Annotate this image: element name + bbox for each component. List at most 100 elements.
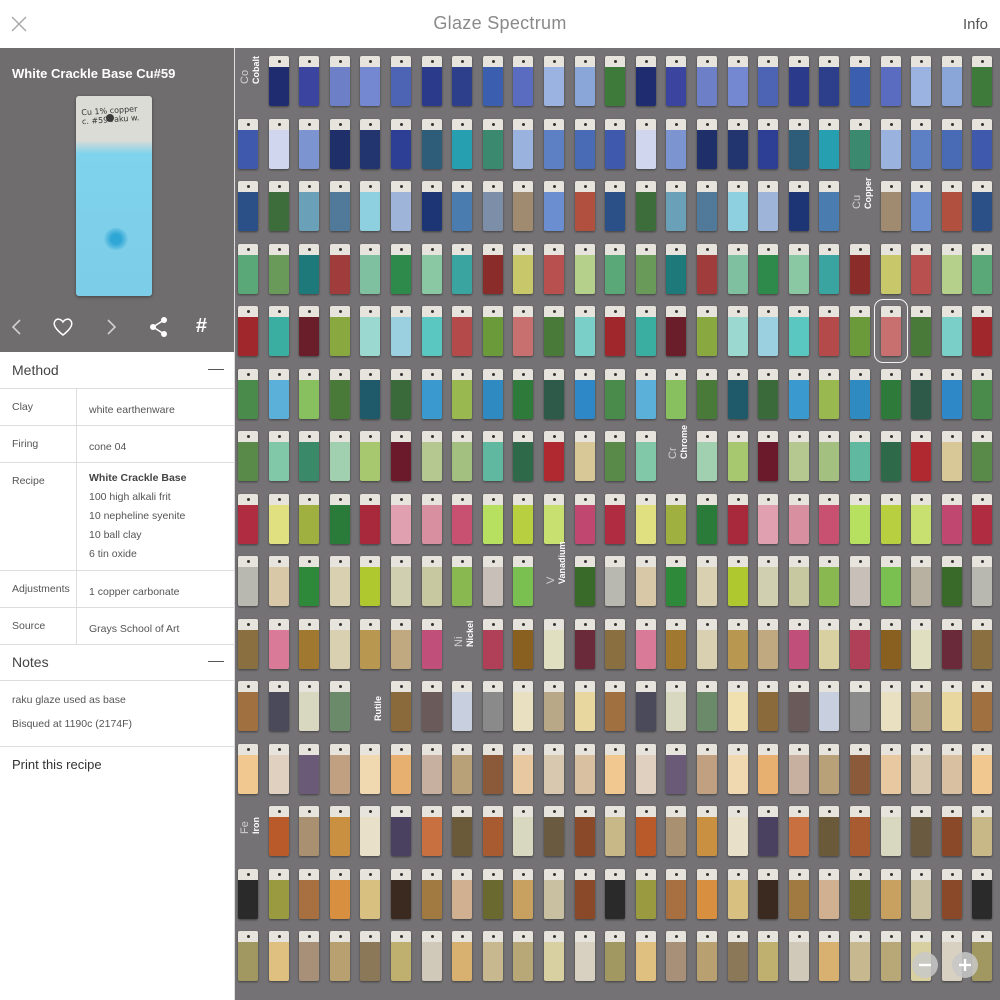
selected-glaze-tile[interactable] (873, 299, 908, 363)
glaze-tile[interactable] (391, 493, 411, 544)
glaze-tile[interactable] (850, 118, 870, 169)
glaze-tile[interactable] (513, 493, 534, 544)
glaze-tile[interactable] (391, 618, 411, 669)
glaze-tile[interactable] (880, 243, 901, 294)
glaze-tile[interactable] (697, 306, 717, 356)
glaze-tile[interactable] (758, 743, 779, 794)
glaze-tile[interactable] (788, 118, 809, 169)
glaze-tile[interactable] (972, 243, 993, 294)
glaze-tile[interactable] (544, 431, 564, 481)
glaze-tile[interactable] (911, 431, 932, 481)
glaze-tile[interactable] (238, 931, 258, 981)
glaze-tile[interactable] (452, 118, 473, 169)
glaze-tile[interactable] (329, 931, 350, 981)
glaze-tile[interactable] (268, 306, 289, 356)
glaze-tile[interactable] (635, 56, 656, 106)
glaze-tile[interactable] (482, 56, 503, 106)
glaze-tile[interactable] (360, 806, 381, 856)
glaze-tile[interactable] (574, 56, 595, 106)
glaze-tile[interactable] (482, 368, 503, 419)
glaze-tile[interactable] (452, 243, 473, 294)
glaze-tile[interactable] (360, 306, 381, 356)
glaze-tile[interactable] (727, 181, 748, 231)
glaze-tile[interactable] (513, 681, 534, 731)
glaze-tile[interactable] (360, 556, 381, 606)
glaze-tile[interactable] (850, 806, 870, 856)
glaze-tile[interactable] (911, 493, 932, 544)
glaze-tile[interactable] (758, 181, 779, 231)
glaze-tile[interactable] (268, 181, 289, 231)
glaze-tile[interactable] (544, 306, 564, 356)
glaze-tile[interactable] (972, 431, 993, 481)
glaze-tile[interactable] (635, 931, 656, 981)
glaze-tile[interactable] (544, 56, 564, 106)
glaze-tile[interactable] (697, 931, 717, 981)
glaze-tile[interactable] (758, 306, 779, 356)
glaze-tile[interactable] (941, 306, 962, 356)
glaze-tile[interactable] (819, 681, 840, 731)
glaze-tile[interactable] (452, 493, 473, 544)
glaze-tile[interactable] (605, 681, 626, 731)
glaze-tile[interactable] (544, 493, 564, 544)
glaze-tile[interactable] (329, 556, 350, 606)
glaze-tile[interactable] (421, 368, 442, 419)
glaze-tile[interactable] (513, 118, 534, 169)
glaze-tile[interactable] (544, 868, 564, 919)
glaze-tile[interactable] (605, 243, 626, 294)
glaze-tile[interactable] (819, 618, 840, 669)
glaze-tile[interactable] (880, 56, 901, 106)
share-icon[interactable] (146, 314, 172, 340)
glaze-tile[interactable] (758, 493, 779, 544)
glaze-tile[interactable] (605, 931, 626, 981)
glaze-tile[interactable] (299, 118, 320, 169)
glaze-tile[interactable] (329, 493, 350, 544)
glaze-tile[interactable] (788, 743, 809, 794)
glaze-tile[interactable] (482, 493, 503, 544)
glaze-tile[interactable] (605, 806, 626, 856)
glaze-tile[interactable] (574, 868, 595, 919)
glaze-tile[interactable] (360, 493, 381, 544)
glaze-tile[interactable] (482, 243, 503, 294)
glaze-tile[interactable] (513, 243, 534, 294)
glaze-tile[interactable] (452, 56, 473, 106)
glaze-tile[interactable] (574, 618, 595, 669)
glaze-tile[interactable] (238, 243, 258, 294)
print-recipe-link[interactable]: Print this recipe (12, 757, 102, 772)
glaze-tile[interactable] (758, 931, 779, 981)
glaze-tile[interactable] (605, 368, 626, 419)
glaze-tile[interactable] (758, 868, 779, 919)
glaze-tile[interactable] (911, 681, 932, 731)
glaze-tile[interactable] (268, 493, 289, 544)
glaze-tile[interactable] (697, 618, 717, 669)
glaze-tile[interactable] (666, 493, 687, 544)
glaze-tile[interactable] (329, 431, 350, 481)
glaze-tile[interactable] (268, 243, 289, 294)
glaze-tile[interactable] (819, 743, 840, 794)
glaze-tile[interactable] (329, 806, 350, 856)
glaze-tile[interactable] (299, 618, 320, 669)
glaze-tile[interactable] (758, 56, 779, 106)
glaze-tile[interactable] (666, 931, 687, 981)
glaze-tile[interactable] (421, 556, 442, 606)
glaze-tile[interactable] (544, 118, 564, 169)
glaze-tile[interactable] (452, 181, 473, 231)
glaze-tile[interactable] (574, 681, 595, 731)
glaze-tile[interactable] (360, 931, 381, 981)
glaze-tile[interactable] (727, 556, 748, 606)
glaze-tile[interactable] (758, 806, 779, 856)
glaze-tile[interactable] (574, 743, 595, 794)
glaze-tile[interactable] (941, 368, 962, 419)
glaze-tile[interactable] (972, 368, 993, 419)
glaze-tile[interactable] (666, 243, 687, 294)
glaze-tile[interactable] (391, 556, 411, 606)
glaze-tile[interactable] (911, 118, 932, 169)
glaze-tile[interactable] (911, 181, 932, 231)
glaze-tile[interactable] (574, 181, 595, 231)
glaze-tile[interactable] (544, 243, 564, 294)
glaze-tile[interactable] (911, 618, 932, 669)
glaze-tile[interactable] (635, 868, 656, 919)
glaze-tile[interactable] (421, 868, 442, 919)
glaze-tile[interactable] (513, 743, 534, 794)
glaze-tile[interactable] (391, 306, 411, 356)
glaze-tile[interactable] (911, 806, 932, 856)
